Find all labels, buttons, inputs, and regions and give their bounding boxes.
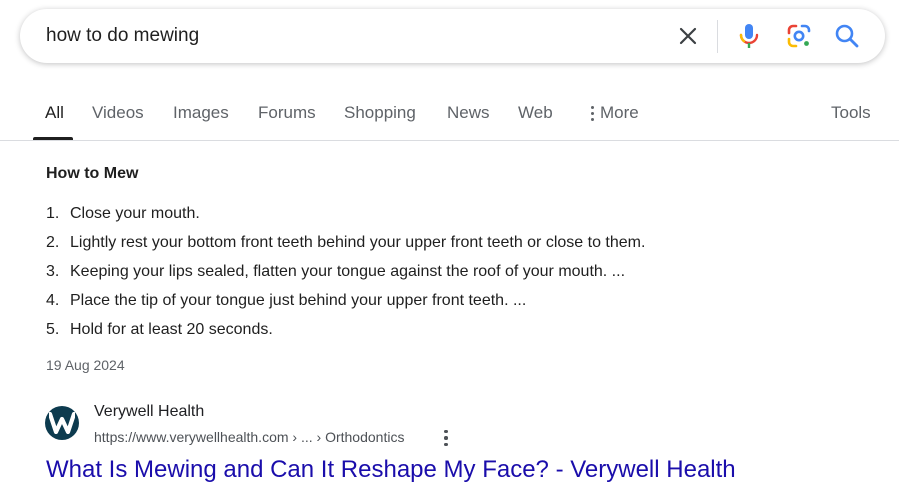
featured-snippet-steps: 1. Close your mouth. 2. Lightly rest your … bbox=[46, 200, 645, 345]
step-number: 5. bbox=[46, 321, 60, 338]
search-button[interactable] bbox=[832, 21, 862, 51]
search-input[interactable]: how to do mewing bbox=[46, 23, 199, 49]
snippet-date: 19 Aug 2024 bbox=[46, 357, 125, 373]
google-lens-button[interactable] bbox=[784, 21, 814, 51]
microphone-icon bbox=[739, 24, 759, 48]
step-text: Keeping your lips sealed, flatten your t… bbox=[70, 263, 626, 280]
tab-all[interactable]: All bbox=[45, 103, 64, 123]
search-icon bbox=[835, 24, 859, 48]
voice-search-button[interactable] bbox=[734, 21, 764, 51]
tab-shopping[interactable]: Shopping bbox=[344, 103, 416, 123]
step-text: Hold for at least 20 seconds. bbox=[70, 321, 273, 338]
vertical-dots-icon bbox=[591, 105, 594, 121]
list-item: 5. Hold for at least 20 seconds. bbox=[46, 316, 645, 345]
tab-tools[interactable]: Tools bbox=[831, 103, 871, 123]
list-item: 3. Keeping your lips sealed, flatten your… bbox=[46, 258, 645, 287]
result-url-breadcrumb[interactable]: https://www.verywellhealth.com › ... › O… bbox=[94, 429, 404, 445]
site-favicon[interactable] bbox=[45, 406, 79, 440]
step-text: Close your mouth. bbox=[70, 205, 200, 222]
clear-search-button[interactable] bbox=[673, 21, 703, 51]
verywell-logo-icon bbox=[49, 412, 75, 434]
result-options-button[interactable] bbox=[440, 429, 452, 447]
tab-images[interactable]: Images bbox=[173, 103, 229, 123]
search-tabs: All Videos Images Forums Shopping News W… bbox=[0, 95, 899, 141]
step-text: Place the tip of your tongue just behind… bbox=[70, 292, 527, 309]
google-lens-icon bbox=[787, 24, 811, 48]
close-icon bbox=[679, 27, 697, 45]
step-number: 3. bbox=[46, 263, 60, 280]
featured-snippet-title: How to Mew bbox=[46, 165, 139, 182]
tab-more-label: More bbox=[600, 103, 639, 122]
step-number: 1. bbox=[46, 205, 60, 222]
tab-videos[interactable]: Videos bbox=[92, 103, 144, 123]
tab-news[interactable]: News bbox=[447, 103, 490, 123]
tab-more[interactable]: More bbox=[591, 103, 639, 123]
list-item: 1. Close your mouth. bbox=[46, 200, 645, 229]
step-number: 2. bbox=[46, 234, 60, 251]
search-divider bbox=[717, 20, 718, 53]
result-site-name[interactable]: Verywell Health bbox=[94, 403, 204, 421]
list-item: 2. Lightly rest your bottom front teeth b… bbox=[46, 229, 645, 258]
result-title-link[interactable]: What Is Mewing and Can It Reshape My Fac… bbox=[46, 456, 736, 484]
list-item: 4. Place the tip of your tongue just behi… bbox=[46, 287, 645, 316]
tabs-divider bbox=[0, 140, 899, 141]
tab-forums[interactable]: Forums bbox=[258, 103, 316, 123]
step-text: Lightly rest your bottom front teeth beh… bbox=[70, 234, 646, 251]
search-bar[interactable]: how to do mewing bbox=[20, 9, 885, 63]
tab-web[interactable]: Web bbox=[518, 103, 553, 123]
step-number: 4. bbox=[46, 292, 60, 309]
